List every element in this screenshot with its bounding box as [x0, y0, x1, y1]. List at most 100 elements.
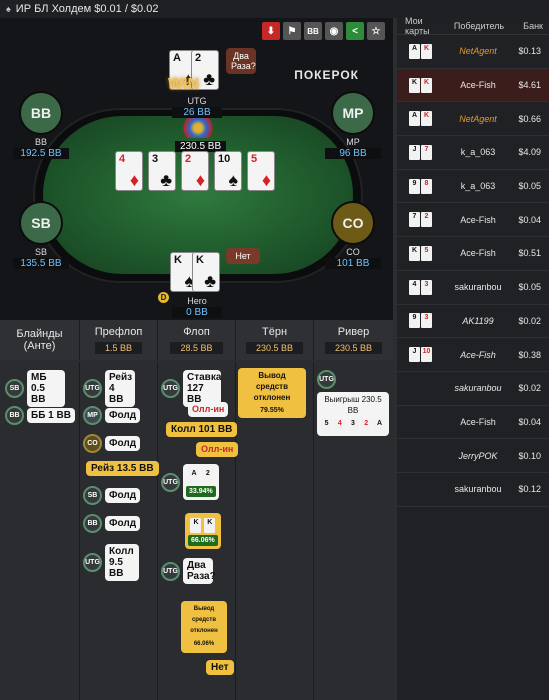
street-preflop-amount: 1.5 BB [94, 342, 143, 354]
board-card-4: 10 ♠ [214, 151, 242, 191]
hand-history-panel: Мои карты Победитель Банк A K NetAgent $0.1… [397, 16, 549, 700]
seat-utg: UTG 26 BB [172, 94, 222, 118]
win-badge: WIN [168, 76, 200, 93]
history-cards: KK [397, 77, 449, 93]
history-row[interactable]: 9 3 AK1199 $0.02 [397, 305, 549, 339]
mini-card: A [409, 111, 420, 127]
share-icon[interactable]: < [346, 22, 364, 40]
street-flop-title: Флоп [183, 326, 210, 338]
street-flop-header: Флоп 28.5 BB [158, 320, 236, 360]
seat-bb-stack: 192.5 BB [13, 148, 69, 159]
withdraw-denied-text: Вывод средств отклонен [190, 606, 218, 634]
history-row[interactable]: sakuranbou $0.02 [397, 372, 549, 406]
history-row[interactable]: J 7 k_a_063 $4.09 [397, 136, 549, 170]
star-icon[interactable]: ☆ [367, 22, 385, 40]
action-utg-raise: UTG Рейз 4 ВВ [83, 370, 135, 407]
history-row[interactable]: sakuranbou $0.12 [397, 473, 549, 507]
history-row[interactable]: K 5 Ace-Fish $0.51 [397, 237, 549, 271]
mini-card: 4 [409, 279, 420, 295]
history-winner: Ace-Fish [460, 80, 496, 91]
street-river-amount: 230.5 BB [324, 342, 383, 354]
action-text: Колл 101 ВВ [166, 422, 238, 437]
action-text: Колл 9.5 ВВ [105, 544, 139, 581]
action-text: Олл-ин [196, 442, 239, 457]
player-badge-utg: UTG [83, 553, 102, 572]
utg-equity: 33.94% [186, 486, 216, 497]
download-icon[interactable]: ⬇ [262, 22, 280, 40]
seat-co-avatar: CO [331, 201, 375, 245]
hero-chat-bubble: Нет [226, 248, 260, 264]
seat-mp-avatar: MP [331, 91, 375, 135]
action-streets-panel: Блайнды (Анте) Префлоп 1.5 BB Флоп 28.5 … [0, 320, 393, 700]
action-allin-2: Олл-ин [196, 442, 239, 457]
seat-hero: Hero 0 BB [172, 294, 222, 318]
history-cards: J 10 [397, 347, 449, 363]
action-text: Фолд [105, 408, 141, 423]
mini-card: J [409, 347, 420, 363]
history-row[interactable]: J 10 Ace-Fish $0.38 [397, 338, 549, 372]
history-row[interactable]: 4 3 sakuranbou $0.05 [397, 271, 549, 305]
seat-co-name: CO [346, 247, 360, 257]
history-bank: $0.12 [518, 484, 541, 495]
history-row[interactable]: 9 8 k_a_063 $0.05 [397, 170, 549, 204]
history-bank: $0.04 [518, 416, 541, 427]
spy-icon[interactable]: ◉ [325, 22, 343, 40]
mini-card: K [421, 111, 432, 127]
turn-withdraw-text: Вывод средств отклонен [253, 371, 291, 402]
history-winner: NetAgent [459, 46, 497, 57]
history-cards: 72 [397, 212, 449, 228]
board-card-1: 4 ♦ [115, 151, 143, 191]
mini-card: K [204, 518, 216, 533]
mini-card: 9 [409, 313, 420, 329]
history-row[interactable]: A K NetAgent $0.66 [397, 102, 549, 137]
river-win-box: Выигрыш 230.5 ВВ 5 4 3 2 A [317, 392, 389, 436]
window-titlebar: ♠ ИР БЛ Холдем $0.01 / $0.02 [0, 0, 549, 18]
history-bank: $0.04 [518, 214, 541, 225]
action-two-times: UTG Два Раза? [161, 558, 216, 584]
bb-toggle[interactable]: BB [304, 22, 322, 40]
player-badge-sb: SB [83, 486, 102, 505]
action-allin-1: Олл-ин [188, 402, 229, 417]
seat-sb-stack: 135.5 BB [13, 258, 69, 269]
action-text: Рейз 4 ВВ [105, 370, 135, 407]
action-text: Фолд [105, 516, 141, 531]
action-text: Фолд [105, 488, 141, 503]
col-bank: Банк [523, 21, 543, 31]
seat-co[interactable]: CO CO 101 BB [325, 201, 381, 269]
action-withdraw-denied: Вывод средств отклонен 66.06% [181, 601, 227, 653]
player-badge-co: CO [83, 434, 102, 453]
history-bank: $4.61 [518, 80, 541, 91]
mini-card: 2 [421, 212, 432, 228]
river-win-card: Выигрыш 230.5 ВВ 5 4 3 2 A [317, 392, 389, 436]
history-row[interactable]: A K NetAgent $0.13 [397, 35, 549, 69]
history-bank: $0.05 [518, 282, 541, 293]
history-bank: $0.13 [518, 46, 541, 57]
history-row[interactable]: 7 2 Ace-Fish $0.04 [397, 203, 549, 238]
history-bank: $4.09 [518, 147, 541, 158]
mini-card: 4 [334, 419, 346, 434]
seat-bb[interactable]: BB BB 192.5 BB [13, 91, 69, 159]
mini-card: K [421, 77, 432, 93]
history-row[interactable]: K K Ace-Fish $4.61 [397, 68, 549, 103]
seat-mp[interactable]: MP MP 96 BB [325, 91, 381, 159]
history-row[interactable]: JerryPOK $0.10 [397, 439, 549, 473]
seat-sb[interactable]: SB SB 135.5 BB [13, 201, 69, 269]
street-blinds-header: Блайнды (Анте) [0, 320, 80, 360]
mini-card: A [373, 419, 385, 434]
utg-equity-box: A 2 33.94% [183, 464, 219, 500]
history-winner: AK1199 [462, 315, 494, 326]
flag-icon[interactable]: ⚑ [283, 22, 301, 40]
action-turn-withdraw: Вывод средств отклонен 79.55% [238, 368, 306, 418]
mini-card: 8 [421, 178, 432, 194]
mini-card: K [409, 77, 420, 93]
chip-stack-icon [180, 118, 216, 138]
history-cards: AK [397, 43, 449, 59]
history-row[interactable]: Ace-Fish $0.04 [397, 406, 549, 440]
player-badge-utg: UTG [317, 370, 336, 389]
mini-card: 7 [409, 212, 420, 228]
app-icon: ♠ [6, 4, 11, 14]
hero-equity-box: K K 66.06% [185, 513, 221, 549]
history-winner: k_a_063 [460, 147, 496, 158]
history-winner: JerryPOK [458, 450, 498, 461]
seat-bb-avatar: BB [19, 91, 63, 135]
